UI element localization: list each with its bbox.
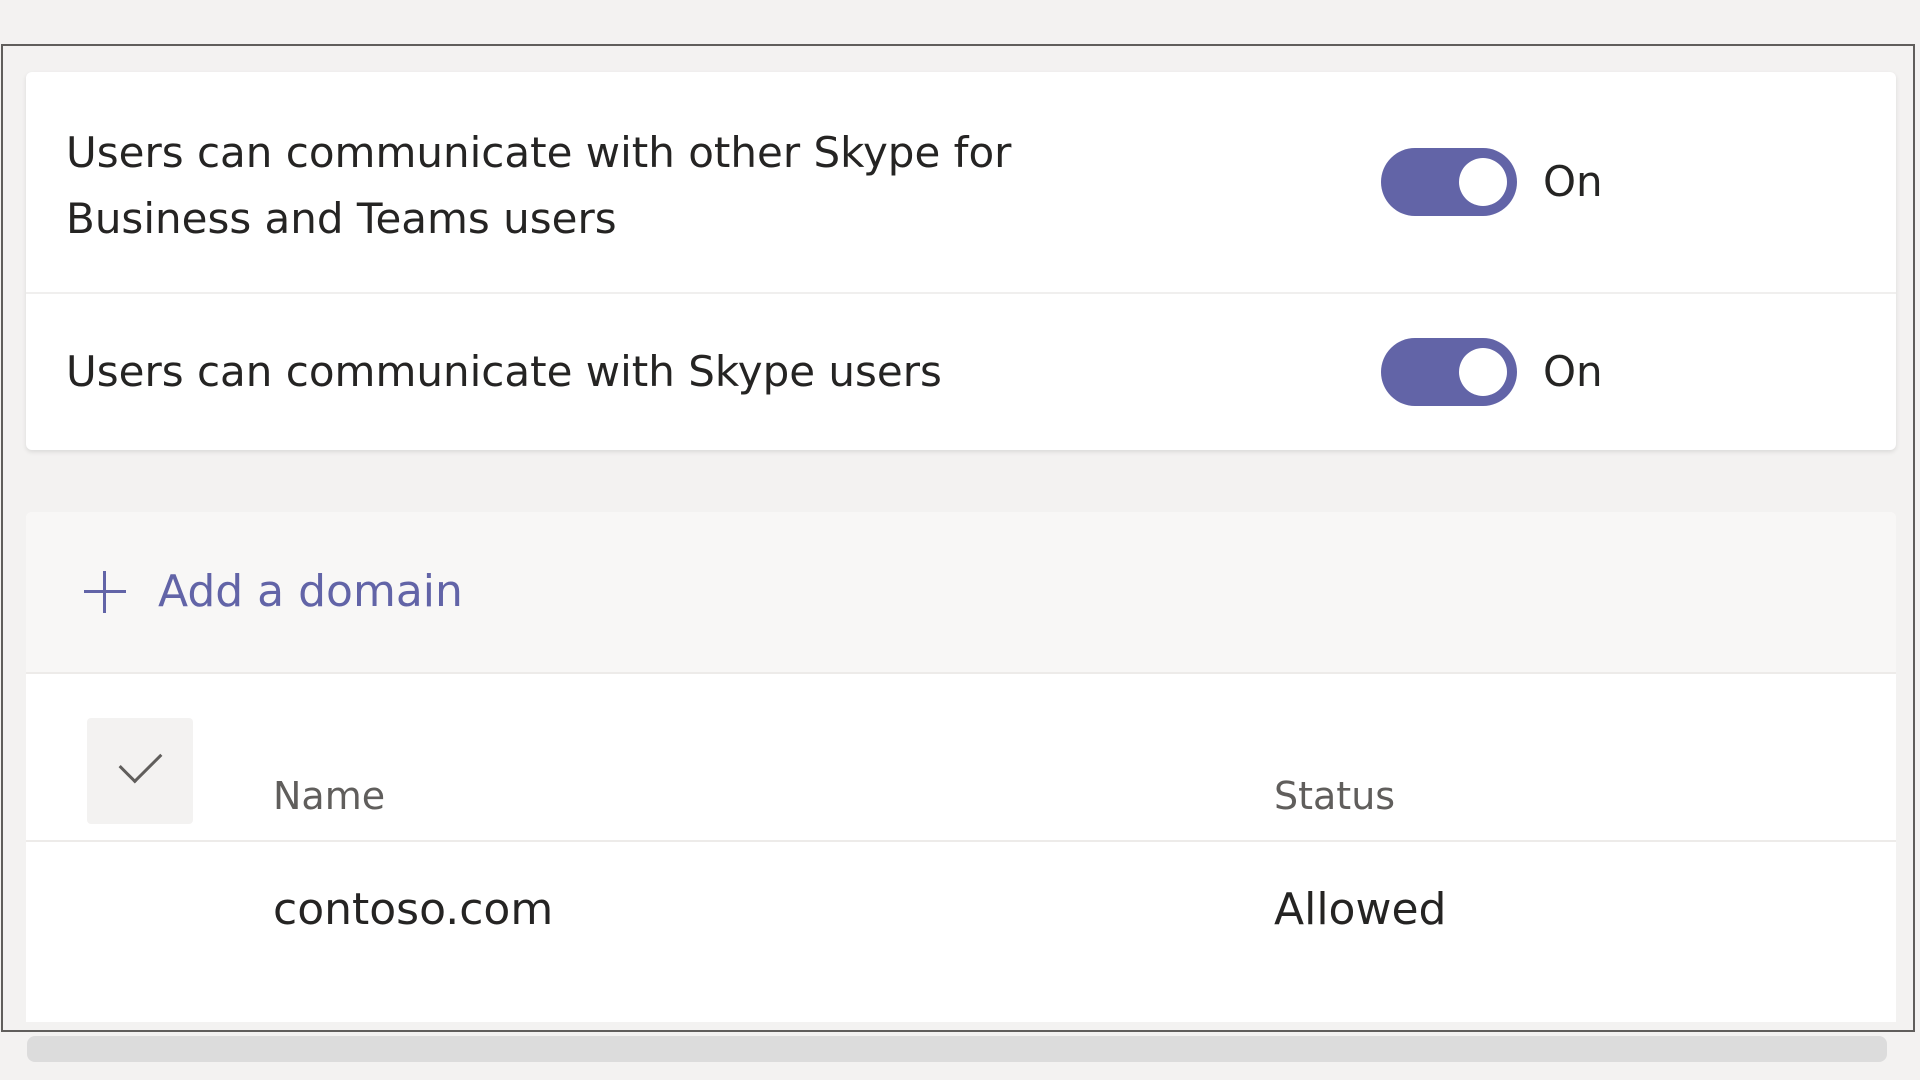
table-row[interactable]: contoso.com Allowed (26, 842, 1896, 992)
toggle-state-text: On (1543, 347, 1603, 396)
horizontal-scrollbar[interactable] (27, 1036, 1887, 1062)
domains-card: Add a domain Name Status contoso.com All… (26, 512, 1896, 1022)
setting-label: Users can communicate with other Skype f… (66, 128, 1012, 243)
domain-name-cell: contoso.com (273, 884, 554, 935)
select-all-checkbox[interactable] (87, 718, 193, 824)
add-domain-button[interactable]: Add a domain (82, 562, 463, 622)
domain-status-cell: Allowed (1274, 884, 1447, 935)
setting-row-skype-users: Users can communicate with Skype users O… (26, 294, 1896, 450)
toggle-knob (1459, 158, 1507, 206)
column-header-status[interactable]: Status (1274, 772, 1395, 820)
add-domain-label: Add a domain (158, 566, 463, 617)
column-header-name[interactable]: Name (273, 772, 385, 820)
external-access-panel: Users can communicate with other Skype f… (1, 44, 1915, 1062)
check-icon (118, 739, 163, 784)
toggle-switch[interactable] (1381, 338, 1517, 406)
plus-icon (82, 569, 128, 615)
setting-label: Users can communicate with Skype users (66, 347, 942, 396)
toggle-state-text: On (1543, 157, 1603, 206)
toggle-knob (1459, 348, 1507, 396)
setting-row-skype-business-teams: Users can communicate with other Skype f… (26, 72, 1896, 294)
table-header: Name Status (26, 674, 1896, 842)
domains-toolbar: Add a domain (26, 512, 1896, 674)
toggle-switch[interactable] (1381, 148, 1517, 216)
settings-card: Users can communicate with other Skype f… (26, 72, 1896, 450)
